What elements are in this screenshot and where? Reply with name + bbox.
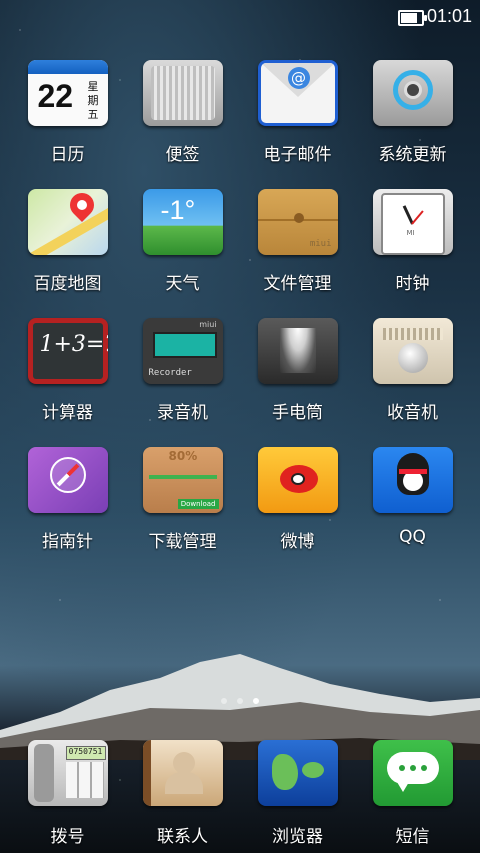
weibo-icon [257, 447, 338, 513]
page-indicator [0, 698, 480, 704]
app-calculator[interactable]: 1+3=? 计算器 [10, 318, 125, 447]
weather-temp: -1° [160, 195, 196, 225]
flashlight-icon [257, 318, 338, 384]
app-label: 百度地图 [33, 274, 102, 294]
app-compass[interactable]: 指南针 [10, 447, 125, 576]
dock-browser[interactable]: 浏览器 [240, 740, 355, 847]
app-label: 文件管理 [263, 274, 332, 294]
app-qq[interactable]: QQ [355, 447, 470, 576]
dock-contacts[interactable]: 联系人 [125, 740, 240, 847]
app-recorder[interactable]: miui Recorder 录音机 [125, 318, 240, 447]
app-row: 指南针 80% Download 下载管理 微博 QQ [10, 447, 470, 576]
page-dot[interactable] [237, 698, 243, 704]
app-label: 便签 [165, 145, 200, 165]
app-label: 系统更新 [378, 145, 447, 165]
app-downloads[interactable]: 80% Download 下载管理 [125, 447, 240, 576]
app-label: QQ [399, 527, 426, 547]
app-torch[interactable]: 手电筒 [240, 318, 355, 447]
weather-icon: -1° [142, 189, 223, 255]
app-row: 百度地图 -1° 天气 miui 文件管理 MI 时钟 [10, 189, 470, 318]
dock-sms[interactable]: 短信 [355, 740, 470, 847]
app-label: 录音机 [157, 403, 208, 423]
app-maps[interactable]: 百度地图 [10, 189, 125, 318]
app-label: 时钟 [395, 274, 430, 294]
app-grid: 22 星期五 日历 便签 @ 电子邮件 系统更新 百度地图 -1° 天气 miu… [10, 60, 470, 576]
calendar-date: 22 [37, 78, 74, 114]
app-radio[interactable]: 收音机 [355, 318, 470, 447]
app-label: 计算器 [42, 403, 93, 423]
update-icon [372, 60, 453, 126]
status-time: 01:01 [426, 6, 472, 26]
app-update[interactable]: 系统更新 [355, 60, 470, 189]
download-badge: Download [177, 499, 219, 509]
calculator-icon: 1+3=? [27, 318, 108, 384]
contacts-icon [142, 740, 223, 806]
download-percent: 80% [168, 449, 198, 463]
app-label: 指南针 [42, 532, 93, 552]
app-label: 日历 [50, 145, 85, 165]
app-notes[interactable]: 便签 [125, 60, 240, 189]
dock: 0750751 拨号 联系人 浏览器 短信 [10, 740, 470, 847]
sms-icon [372, 740, 453, 806]
folder-icon: miui [257, 189, 338, 255]
page-dot[interactable] [221, 698, 227, 704]
app-label: 电子邮件 [263, 145, 332, 165]
files-tag: miui [309, 239, 332, 249]
app-label: 拨号 [50, 827, 85, 847]
calendar-weekday: 星期五 [87, 80, 99, 121]
recorder-brand: miui [199, 320, 217, 329]
notes-icon [142, 60, 223, 126]
calendar-icon: 22 星期五 [27, 60, 108, 126]
app-row: 1+3=? 计算器 miui Recorder 录音机 手电筒 收音机 [10, 318, 470, 447]
clock-brand: MI [406, 229, 415, 237]
app-label: 微博 [280, 532, 315, 552]
calculator-formula: 1+3=? [39, 332, 108, 357]
app-weather[interactable]: -1° 天气 [125, 189, 240, 318]
download-icon: 80% Download [142, 447, 223, 513]
app-clock[interactable]: MI 时钟 [355, 189, 470, 318]
compass-icon [27, 447, 108, 513]
app-files[interactable]: miui 文件管理 [240, 189, 355, 318]
qq-icon [372, 447, 453, 513]
phone-icon: 0750751 [27, 740, 108, 806]
radio-icon [372, 318, 453, 384]
recorder-icon: miui Recorder [142, 318, 223, 384]
email-icon: @ [257, 60, 338, 126]
app-label: 手电筒 [272, 403, 323, 423]
dock-dialer[interactable]: 0750751 拨号 [10, 740, 125, 847]
app-label: 收音机 [387, 403, 438, 423]
app-label: 联系人 [157, 827, 208, 847]
app-label: 下载管理 [148, 532, 217, 552]
status-bar: 01:01 [0, 0, 480, 34]
app-weibo[interactable]: 微博 [240, 447, 355, 576]
app-label: 短信 [395, 827, 430, 847]
browser-icon [257, 740, 338, 806]
app-email[interactable]: @ 电子邮件 [240, 60, 355, 189]
map-icon [27, 189, 108, 255]
dialer-screen: 0750751 [65, 746, 106, 760]
page-dot-active[interactable] [253, 698, 259, 704]
app-label: 浏览器 [272, 827, 323, 847]
app-label: 天气 [165, 274, 200, 294]
app-calendar[interactable]: 22 星期五 日历 [10, 60, 125, 189]
clock-icon: MI [372, 189, 453, 255]
app-row: 22 星期五 日历 便签 @ 电子邮件 系统更新 [10, 60, 470, 189]
recorder-title: Recorder [148, 368, 192, 378]
battery-icon [398, 10, 427, 26]
